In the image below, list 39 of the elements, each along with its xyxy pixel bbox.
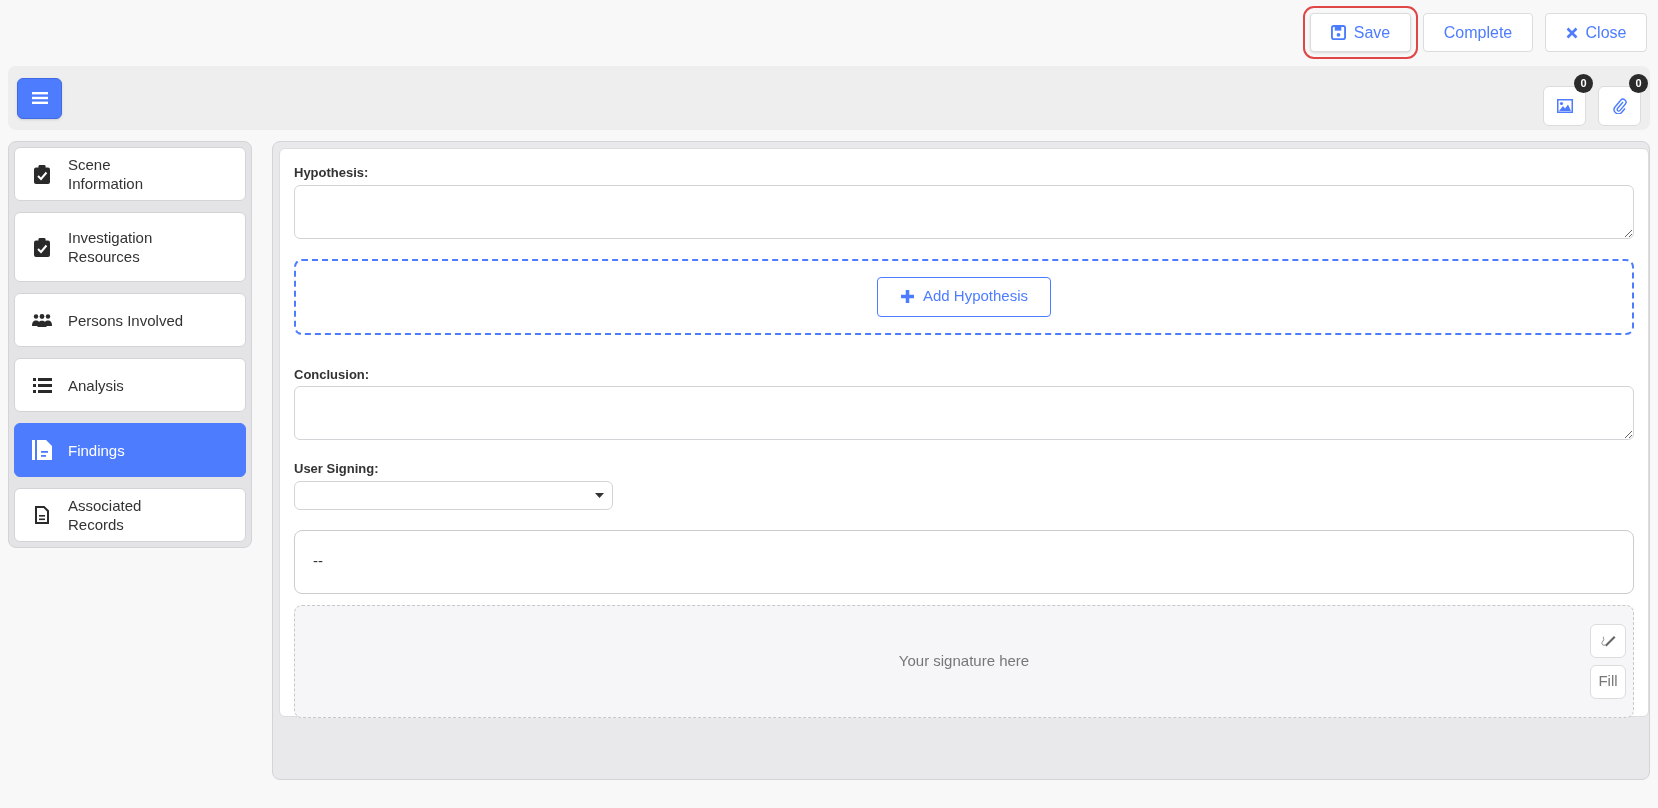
menu-button[interactable]	[17, 77, 62, 119]
plus-icon	[899, 289, 915, 304]
list-icon	[32, 377, 52, 393]
count-badge: 0	[1629, 74, 1648, 93]
field-label: Hypothesis:	[294, 164, 370, 182]
images-button[interactable]	[1543, 86, 1586, 126]
sidebar-item[interactable]: Associated Records	[14, 488, 246, 542]
menu-icon	[31, 92, 48, 104]
fill-button[interactable]: Fill	[1590, 664, 1626, 699]
add-hypothesis-button[interactable]: Add Hypothesis	[876, 276, 1052, 317]
caret-icon	[595, 492, 604, 498]
sidebar-item[interactable]: Analysis	[14, 358, 246, 412]
image-icon	[1556, 99, 1573, 113]
sidebar-item[interactable]: Persons Involved	[14, 293, 246, 347]
pen-icon	[1600, 633, 1616, 648]
people-icon	[32, 313, 52, 327]
signature-pad[interactable]: Your signature here Fill	[294, 604, 1634, 718]
close-button[interactable]: Close	[1545, 13, 1647, 52]
conclusion-field[interactable]	[294, 386, 1634, 440]
sidebar-item[interactable]: Findings	[14, 423, 246, 477]
clipboard-check-icon	[34, 237, 50, 257]
save-icon	[1330, 25, 1346, 40]
signer-text: --	[313, 551, 323, 572]
complete-button[interactable]: Complete	[1423, 13, 1533, 52]
field-label: Conclusion:	[294, 365, 371, 384]
attachments-button[interactable]	[1598, 86, 1641, 126]
sidebar-item[interactable]: Scene Information	[14, 147, 246, 201]
document-icon	[35, 506, 49, 524]
close-icon	[1565, 26, 1578, 39]
hypothesis-field[interactable]	[294, 184, 1634, 239]
paperclip-icon	[1612, 98, 1627, 114]
signature-placeholder: Your signature here	[898, 650, 1030, 671]
user-select[interactable]	[294, 480, 613, 510]
draw-button[interactable]	[1590, 623, 1626, 658]
sidebar-item[interactable]: Investigation Resources	[14, 212, 246, 282]
count-badge: 0	[1574, 74, 1593, 93]
document-icon	[32, 440, 52, 460]
field-label: User Signing:	[294, 460, 380, 478]
clipboard-check-icon	[34, 164, 50, 184]
